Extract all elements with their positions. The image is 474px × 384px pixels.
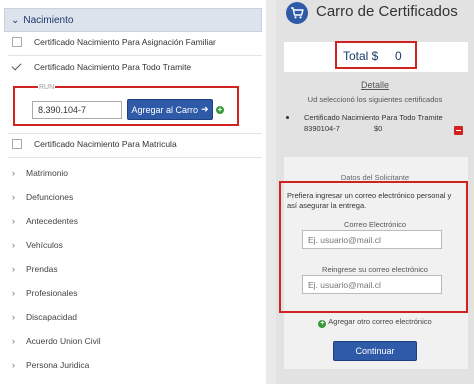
divider (8, 157, 262, 158)
email-confirm-label: Reingrese su correo electrónico (322, 265, 428, 274)
cart-item-price: $0 (374, 124, 383, 133)
chevron-right-icon: › (12, 168, 15, 178)
chevron-right-icon: › (12, 240, 15, 250)
cart-item-rut: 8390104-7 (304, 124, 340, 133)
rut-input[interactable] (32, 101, 122, 119)
chevron-right-icon: › (12, 264, 15, 274)
continue-button[interactable]: Continuar (333, 341, 417, 361)
selected-certificates-text: Ud seleccionó los siguientes certificado… (307, 95, 443, 104)
cart-item-name: Certificado Nacimiento Para Todo Tramite (304, 113, 443, 122)
category-persona-juridica[interactable]: › Persona Juridica (12, 360, 89, 370)
cart-title: Carro de Certificados (316, 3, 458, 20)
category-label: Acuerdo Union Civil (26, 336, 101, 346)
total-label: Total $ (343, 49, 379, 63)
option-label: Certificado Nacimiento Para Todo Tramite (34, 62, 192, 72)
category-matrimonio[interactable]: › Matrimonio (12, 168, 68, 178)
option-matricula[interactable]: Certificado Nacimiento Para Matricula (12, 139, 177, 149)
chevron-right-icon: › (12, 312, 15, 322)
category-label: Persona Juridica (26, 360, 90, 370)
email-label: Correo Electrónico (343, 220, 407, 229)
rut-label: RUN (38, 84, 56, 91)
add-email-link[interactable]: + Agregar otro correo electrónico (276, 317, 474, 328)
chevron-right-icon: › (12, 192, 15, 202)
category-discapacidad[interactable]: › Discapacidad (12, 312, 77, 322)
checkbox[interactable] (12, 37, 22, 47)
add-to-cart-button[interactable]: Agregar al Carro ➜ (127, 99, 213, 120)
chevron-right-icon: › (12, 360, 15, 370)
add-to-cart-label: Agregar al Carro (131, 104, 198, 115)
option-label: Certificado Nacimiento Para Asignación F… (34, 37, 216, 47)
plus-circle-icon[interactable]: + (216, 106, 224, 114)
cart-panel: Carro de Certificados Total $ 0 Detalle … (276, 0, 474, 384)
chevron-down-icon: ⌄ (11, 14, 20, 26)
category-prendas[interactable]: › Prendas (12, 264, 58, 274)
detail-link[interactable]: Detalle (276, 80, 474, 90)
bullet-icon (286, 116, 289, 119)
category-label: Vehículos (26, 240, 63, 250)
plus-circle-icon: + (318, 320, 327, 328)
total-value: 0 (395, 49, 402, 63)
email-description: Prefiera ingresar un correo electrónico … (287, 191, 452, 210)
remove-item-icon[interactable] (454, 126, 463, 135)
category-label: Profesionales (26, 288, 78, 298)
category-antecedentes[interactable]: › Antecedentes (12, 216, 78, 226)
chevron-right-icon: › (12, 336, 15, 346)
category-defunciones[interactable]: › Defunciones (12, 192, 73, 202)
chevron-right-icon: › (12, 216, 15, 226)
divider (8, 133, 262, 134)
checkbox[interactable] (12, 139, 22, 149)
category-label: Antecedentes (26, 216, 78, 226)
section-header-nacimiento[interactable]: ⌄ Nacimiento (4, 8, 262, 32)
category-label: Prendas (26, 264, 58, 274)
category-label: Defunciones (26, 192, 74, 202)
category-label: Discapacidad (26, 312, 78, 322)
category-vehiculos[interactable]: › Vehículos (12, 240, 63, 250)
category-profesionales[interactable]: › Profesionales (12, 288, 78, 298)
panel-gutter (266, 0, 276, 384)
certificate-selection-panel: ⌄ Nacimiento Certificado Nacimiento Para… (0, 0, 266, 384)
chevron-right-icon: › (12, 288, 15, 298)
option-label: Certificado Nacimiento Para Matricula (34, 139, 177, 149)
email-input[interactable] (302, 230, 442, 249)
category-label: Matrimonio (26, 168, 69, 178)
category-acuerdo-union-civil[interactable]: › Acuerdo Union Civil (12, 336, 101, 346)
checkbox-checked[interactable] (12, 62, 22, 72)
section-title: Nacimiento (23, 14, 74, 26)
add-email-label: Agregar otro correo electrónico (328, 317, 432, 326)
option-asignacion-familiar[interactable]: Certificado Nacimiento Para Asignación F… (12, 37, 216, 47)
option-todo-tramite[interactable]: Certificado Nacimiento Para Todo Tramite (12, 62, 191, 72)
shopping-cart-icon (286, 2, 308, 24)
arrow-right-icon: ➜ (200, 104, 209, 114)
email-confirm-input[interactable] (302, 275, 442, 294)
divider (8, 55, 262, 56)
